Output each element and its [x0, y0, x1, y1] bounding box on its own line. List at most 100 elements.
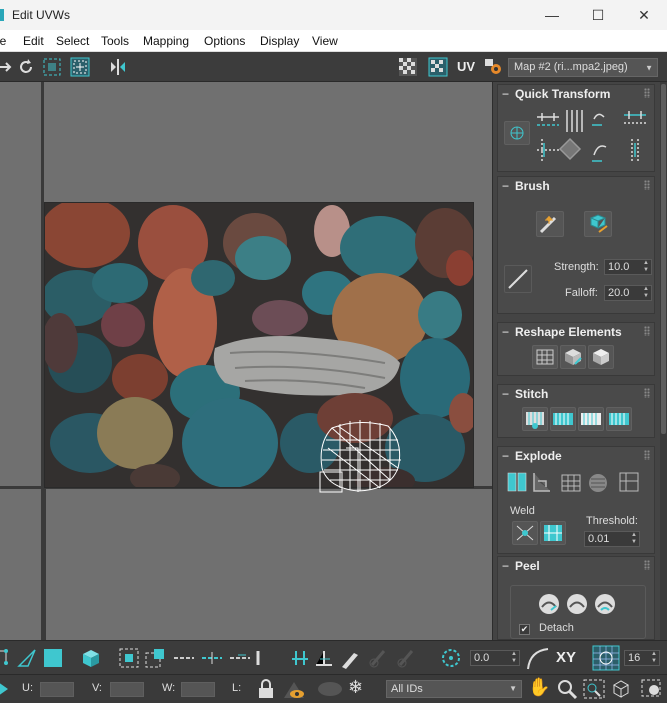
- absolute-offset-icon[interactable]: [0, 680, 10, 698]
- falloff-spinner[interactable]: 20.0 ▲ ▼: [604, 285, 652, 301]
- zoom-extents-icon[interactable]: [610, 678, 632, 700]
- quick-transform-header[interactable]: − Quick Transform: [498, 85, 654, 103]
- menu-view[interactable]: View: [312, 34, 338, 48]
- spinner-arrows-icon[interactable]: ▲ ▼: [511, 651, 517, 665]
- peel-mode-button[interactable]: [565, 592, 591, 616]
- spinner-arrows-icon[interactable]: ▲ ▼: [643, 286, 649, 300]
- shrink-selection-icon[interactable]: [144, 647, 166, 669]
- freeform-icon[interactable]: [70, 57, 90, 77]
- straighten-button[interactable]: [560, 345, 586, 369]
- paint-select-icons[interactable]: [368, 647, 422, 669]
- edge-mode-icon[interactable]: [16, 647, 38, 669]
- brush-falloff-curve-button[interactable]: [504, 265, 532, 293]
- scrollbar-thumb[interactable]: [661, 84, 666, 434]
- soft-selection-curve-icon[interactable]: [526, 647, 550, 671]
- element-mode-icon[interactable]: [80, 647, 102, 669]
- panel-scrollbar[interactable]: [660, 82, 667, 640]
- mirror-icon[interactable]: [108, 57, 128, 77]
- drag-grip-icon[interactable]: [644, 560, 650, 570]
- zoom-icon[interactable]: [556, 678, 578, 700]
- reset-peel-button[interactable]: [593, 592, 619, 616]
- scale-icon[interactable]: [42, 57, 62, 77]
- brush-header[interactable]: − Brush: [498, 177, 654, 195]
- detach-checkbox[interactable]: ✔: [519, 624, 530, 635]
- options-gear-icon[interactable]: [484, 57, 504, 77]
- lock-selection-icon[interactable]: [256, 678, 276, 700]
- rotation-spinner[interactable]: 0.0 ▲ ▼: [470, 650, 520, 666]
- menu-display[interactable]: Display: [260, 34, 299, 48]
- loop-ring-selection-icons[interactable]: [172, 649, 262, 667]
- detach-label: Detach: [539, 622, 574, 634]
- zoom-selected-icon[interactable]: [640, 678, 664, 700]
- weld-target-button[interactable]: [540, 521, 566, 545]
- v-coordinate-field[interactable]: [110, 682, 144, 697]
- uv-view-label[interactable]: UV: [457, 59, 475, 74]
- falloff-label: Falloff:: [565, 287, 598, 299]
- zoom-region-icon[interactable]: [582, 678, 606, 700]
- maximize-button[interactable]: ☐: [575, 0, 621, 30]
- paint-move-button[interactable]: [536, 211, 564, 237]
- grid-size-value: 16: [628, 652, 641, 664]
- quick-peel-button[interactable]: [537, 592, 563, 616]
- strength-spinner[interactable]: 10.0 ▲ ▼: [604, 259, 652, 275]
- stitch-to-source-button[interactable]: [606, 407, 632, 431]
- drag-grip-icon[interactable]: [644, 450, 650, 460]
- status-bar: U: V: W: L: ❄ All IDs ▼ ✋: [0, 674, 667, 703]
- peel-header[interactable]: − Peel: [498, 557, 654, 575]
- menu-edit[interactable]: Edit: [23, 34, 44, 48]
- minimize-button[interactable]: —: [529, 0, 575, 30]
- material-ids-dropdown[interactable]: All IDs ▼: [386, 680, 522, 698]
- weld-selected-button[interactable]: [512, 521, 538, 545]
- texture-map-dropdown[interactable]: Map #2 (ri...mpa2.jpeg) ▼: [508, 58, 658, 77]
- snap-tools-icons[interactable]: [292, 647, 372, 669]
- stitch-custom-button[interactable]: [522, 407, 548, 431]
- move-icon[interactable]: [0, 57, 14, 77]
- w-label: W:: [162, 682, 176, 694]
- menu-select[interactable]: Select: [56, 34, 89, 48]
- rotation-angle-icon[interactable]: [440, 647, 462, 669]
- menu-options[interactable]: Options: [204, 34, 245, 48]
- menu-mapping[interactable]: Mapping: [143, 34, 189, 48]
- polygon-mode-icon[interactable]: [42, 647, 64, 669]
- stitch-header[interactable]: − Stitch: [498, 385, 654, 403]
- drag-grip-icon[interactable]: [644, 180, 650, 190]
- maximize-icon: ☐: [591, 6, 605, 23]
- spinner-arrows-icon[interactable]: ▲ ▼: [651, 651, 657, 665]
- menu-tools[interactable]: Tools: [101, 34, 129, 48]
- texture-display-icon[interactable]: [428, 57, 448, 77]
- align-tools-icons[interactable]: [534, 107, 654, 165]
- grid-snap-icon[interactable]: [592, 645, 620, 671]
- u-coordinate-field[interactable]: [40, 682, 74, 697]
- drag-grip-icon[interactable]: [644, 326, 650, 336]
- set-pivot-button[interactable]: [504, 121, 530, 145]
- pan-hand-icon[interactable]: ✋: [528, 677, 550, 698]
- l-label: L:: [232, 682, 242, 694]
- relax-brush-button[interactable]: [584, 211, 612, 237]
- spinner-arrows-icon[interactable]: ▲ ▼: [631, 532, 637, 546]
- close-button[interactable]: ✕: [621, 0, 667, 30]
- drag-grip-icon[interactable]: [644, 88, 650, 98]
- stitch-average-button[interactable]: [578, 407, 604, 431]
- xy-axis-toggle[interactable]: XY: [556, 649, 576, 666]
- hide-show-icon[interactable]: [282, 678, 306, 700]
- relax-button[interactable]: [588, 345, 614, 369]
- rectify-button[interactable]: [532, 345, 558, 369]
- grow-selection-icon[interactable]: [118, 647, 140, 669]
- freeze-eye-icon[interactable]: [316, 680, 344, 698]
- w-coordinate-field[interactable]: [181, 682, 215, 697]
- menu-file[interactable]: le: [0, 34, 6, 48]
- grid-size-spinner[interactable]: 16 ▲ ▼: [624, 650, 660, 666]
- uv-mesh-wireframe[interactable]: [318, 418, 404, 494]
- reshape-header[interactable]: − Reshape Elements: [498, 323, 654, 341]
- stitch-to-target-button[interactable]: [550, 407, 576, 431]
- snowflake-freeze-icon[interactable]: ❄: [348, 677, 363, 698]
- drag-grip-icon[interactable]: [644, 388, 650, 398]
- explode-header[interactable]: − Explode: [498, 447, 654, 465]
- threshold-spinner[interactable]: 0.01 ▲ ▼: [584, 531, 640, 547]
- explode-tools-icons[interactable]: [504, 469, 654, 495]
- spinner-arrows-icon[interactable]: ▲ ▼: [643, 260, 649, 274]
- checker-pattern-icon[interactable]: [398, 57, 418, 77]
- rotate-icon[interactable]: [16, 57, 36, 77]
- uv-viewport[interactable]: [0, 82, 492, 640]
- vertex-mode-icon[interactable]: [0, 647, 12, 669]
